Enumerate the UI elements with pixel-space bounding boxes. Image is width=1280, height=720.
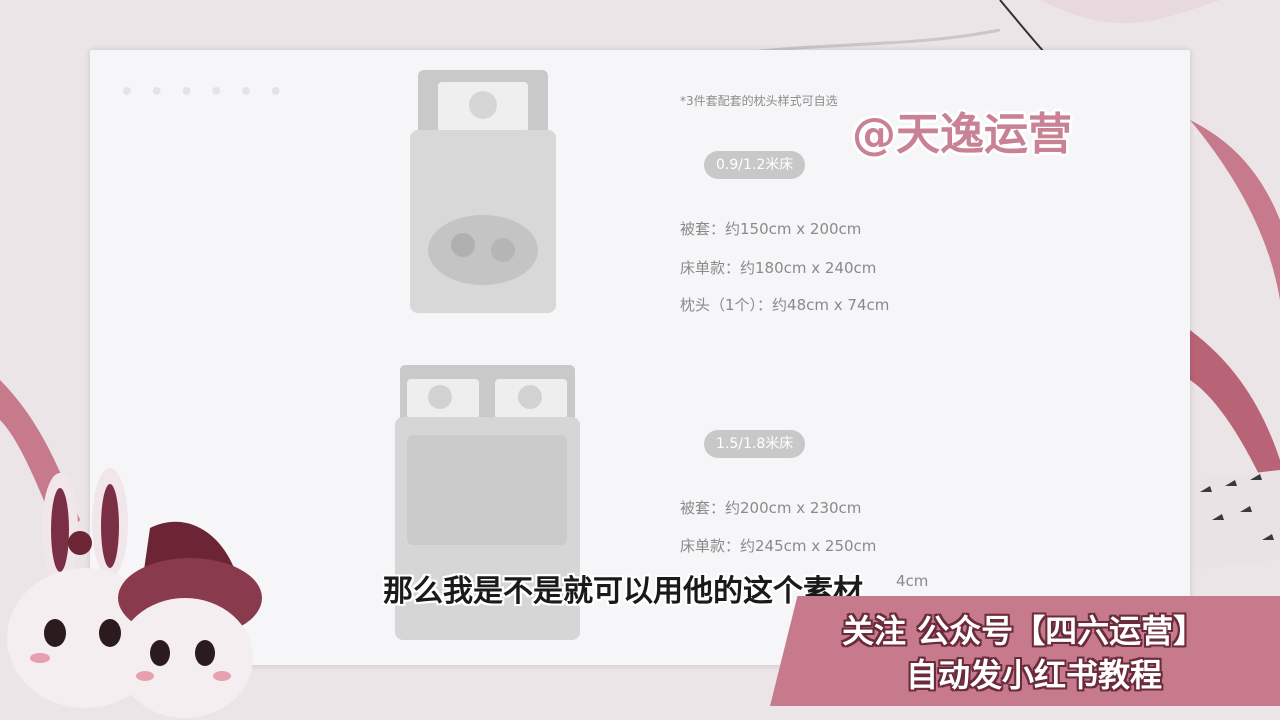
promo-banner-line-2: 自动发小红书教程 [906, 656, 1163, 694]
single-bed-illustration [410, 70, 556, 313]
duvet-size-large: 被套：约200cm x 230cm [680, 499, 862, 517]
video-subtitle: 那么我是不是就可以用他的这个素材 [383, 574, 863, 609]
sheet-size-large: 床单款：约245cm x 250cm [680, 537, 877, 555]
bunny-mascot-illustration [7, 468, 262, 718]
faded-corner-text: • • • • • • [120, 80, 287, 105]
pillow-size-large-partial: 4cm [896, 572, 929, 590]
promo-banner-line-1: 关注 公众号【四六运营】 [842, 612, 1206, 650]
size-badge-small: 0.9/1.2米床 [704, 151, 806, 179]
size-badge-large: 1.5/1.8米床 [704, 430, 806, 458]
pillow-size-small: 枕头（1个）：约48cm x 74cm [680, 296, 890, 314]
sheet-size-small: 床单款：约180cm x 240cm [680, 259, 877, 277]
channel-watermark: @天逸运营 [852, 109, 1072, 160]
pillow-style-note: *3件套配套的枕头样式可自选 [680, 94, 838, 108]
duvet-size-small: 被套：约150cm x 200cm [680, 220, 862, 238]
